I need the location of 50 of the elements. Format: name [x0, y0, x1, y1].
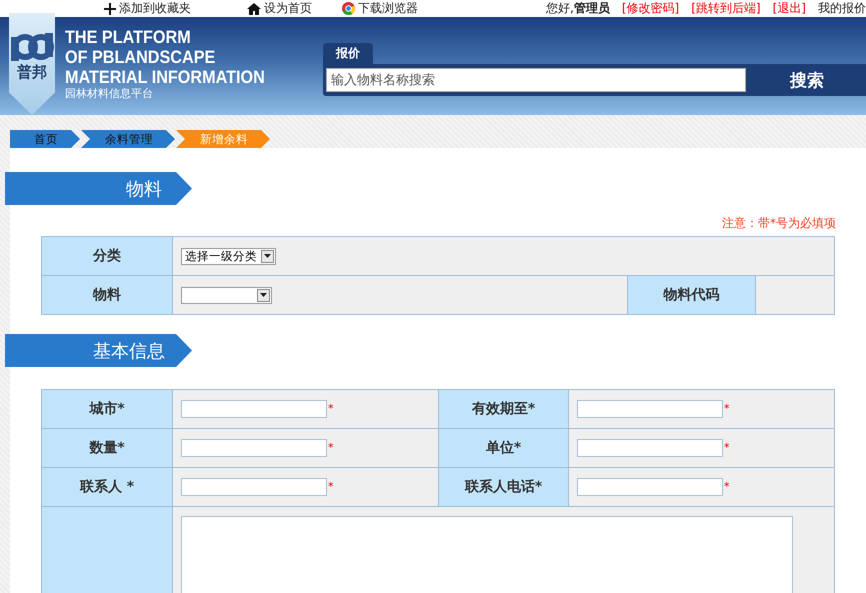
field-label: 单位* — [439, 429, 569, 468]
field-label: 物料 — [42, 276, 173, 315]
category-select[interactable]: 选择一级分类 — [181, 248, 276, 264]
greeting-text: 您好,管理员 — [546, 0, 610, 17]
account-link[interactable]: [跳转到后端] — [691, 0, 761, 17]
account-link[interactable]: 我的报价 — [818, 0, 866, 17]
caret-icon — [260, 293, 267, 297]
field-label: 联系人电话* — [439, 468, 569, 507]
breadcrumb-item[interactable]: 余料管理 — [81, 130, 175, 148]
required-mark: * — [724, 402, 730, 415]
top-link[interactable]: 添加到收藏夹 — [104, 0, 191, 17]
required-mark: * — [724, 480, 730, 493]
field-label: 数量* — [42, 429, 173, 468]
section-banner: 基本信息 — [5, 334, 192, 367]
account-link[interactable]: [修改密码] — [622, 0, 680, 17]
search-field[interactable]: 输入物料名称搜索 — [326, 68, 746, 92]
field-label: 城市* — [42, 390, 173, 429]
account-link[interactable]: [退出] — [772, 0, 806, 17]
top-link[interactable]: 下载浏览器 — [342, 0, 418, 17]
top-link[interactable]: 设为首页 — [247, 0, 312, 17]
input-field[interactable] — [181, 478, 327, 496]
platform-title: MATERIAL INFORMATION — [65, 67, 265, 87]
required-mark: * — [328, 402, 334, 415]
search-button[interactable]: 搜索 — [746, 68, 866, 92]
logo-icon — [9, 32, 55, 62]
caret-icon — [264, 254, 271, 258]
required-note: 注意：带*号为必填项 — [722, 215, 836, 232]
search-tab[interactable]: 报价 — [322, 43, 373, 64]
breadcrumb-item[interactable]: 首页 — [10, 130, 80, 148]
home-icon — [247, 2, 261, 14]
material-select[interactable] — [181, 286, 272, 304]
input-field[interactable] — [577, 478, 723, 496]
field-label: 联系人 * — [42, 468, 173, 507]
required-mark: * — [328, 480, 334, 493]
text-area[interactable] — [181, 516, 793, 593]
required-mark: * — [328, 441, 334, 454]
input-field[interactable] — [181, 439, 327, 457]
field-label: 有效期至* — [439, 390, 569, 429]
input-field[interactable] — [577, 439, 723, 457]
input-field[interactable] — [577, 400, 723, 418]
field-label: 分类 — [42, 237, 173, 276]
platform-title: OF PBLANDSCAPE — [65, 47, 216, 67]
input-field[interactable] — [181, 400, 327, 418]
logo-text: 普邦 — [17, 62, 47, 82]
platform-subtitle: 园林材料信息平台 — [65, 87, 154, 100]
plus-icon — [104, 2, 116, 14]
required-mark: * — [724, 441, 730, 454]
section-banner: 物料 — [5, 172, 192, 205]
field-label: 物料代码 — [628, 276, 756, 315]
platform-title: THE PLATFORM — [65, 27, 192, 47]
